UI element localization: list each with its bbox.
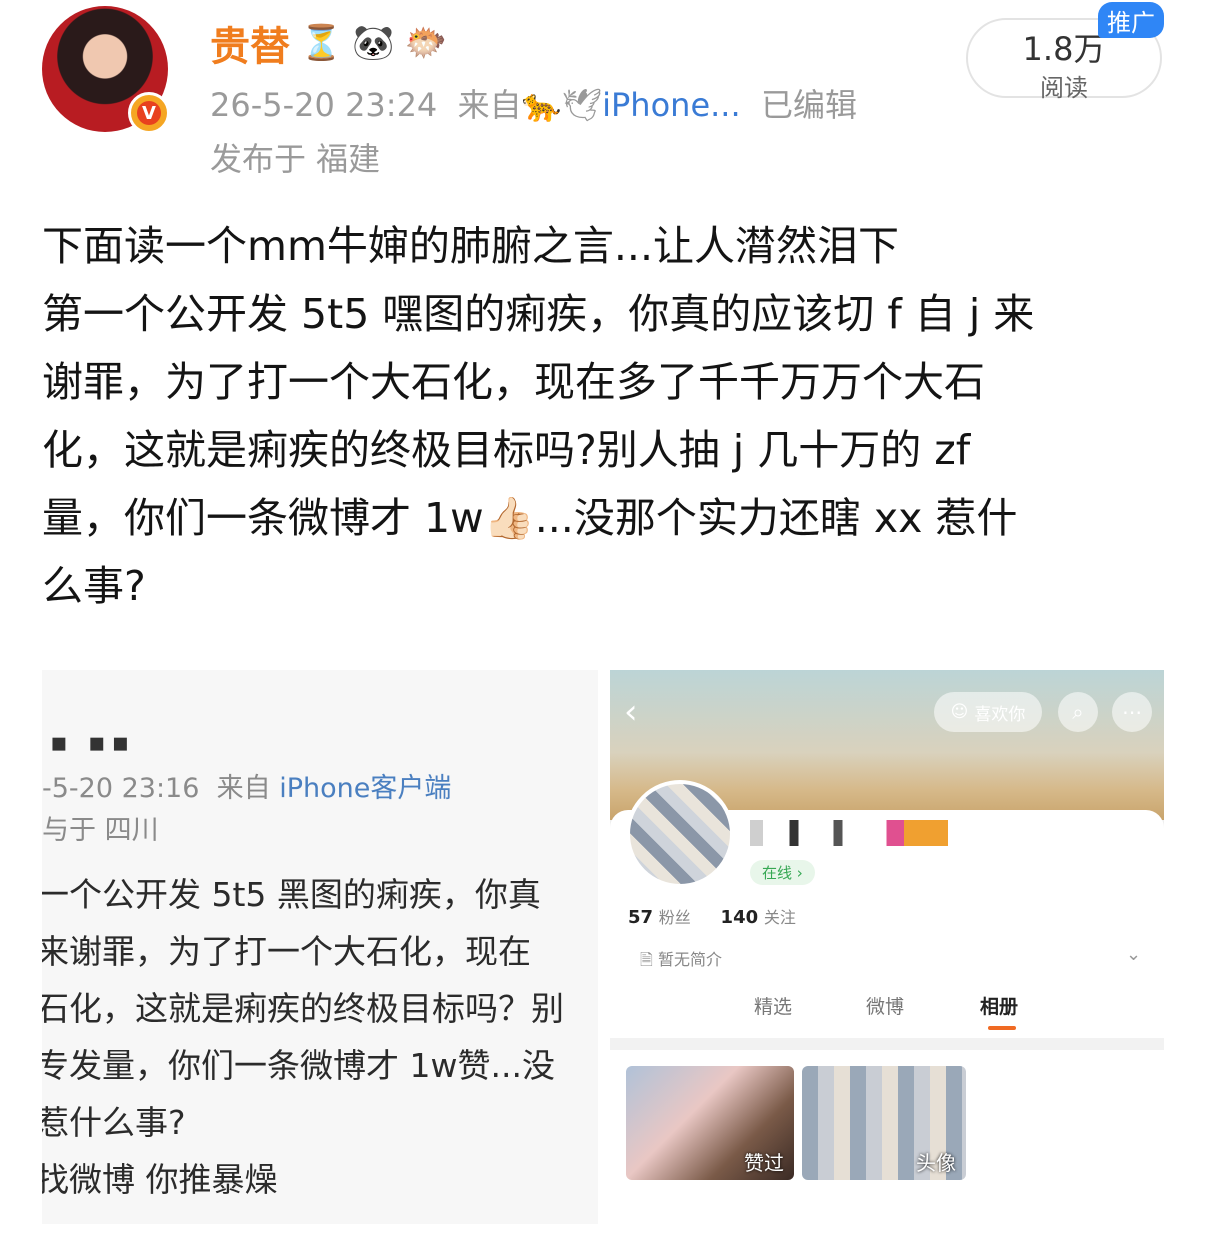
post-location: 发布于 福建 [210, 140, 381, 178]
album-photo: 赞过 [626, 1066, 794, 1180]
post-time: 26-5-20 23:24 [210, 86, 438, 124]
source-app-link[interactable]: iPhone... [602, 86, 741, 124]
album-photo: 头像 [802, 1066, 966, 1180]
post-line: 下面读一个mm牛婶的肺腑之言...让人潸然泪下 [42, 222, 899, 270]
active-tab-indicator [988, 1026, 1016, 1030]
online-badge: 在线 › [750, 860, 815, 885]
read-label: 阅读 [1040, 74, 1088, 102]
pufferfish-icon: 🐡 [404, 23, 448, 63]
tab-weibo: 微博 [866, 996, 905, 1018]
post-image-2[interactable]: ‹ ☺ 喜欢你 ⌕ ⋯ 在线 › 57 粉丝 140 关注 🗎 暂无简介 ⌄ 精… [610, 670, 1164, 1224]
leopard-icon: 🐆 [521, 86, 562, 124]
post-image-1[interactable]: ▪ ▪▪ -5-20 23:16 来自 iPhone客户端 与于 四川 一个公开… [42, 670, 598, 1224]
post-line: 化，这就是痢疾的终极目标吗?别人抽 j 几十万的 zf [42, 426, 971, 474]
search-icon: ⌕ [1058, 692, 1098, 732]
verified-badge-icon: V [128, 92, 170, 134]
image-post-location: 与于 四川 [42, 815, 159, 846]
redacted-name: ▪ ▪▪ [50, 728, 136, 758]
tab-album: 相册 [980, 996, 1019, 1018]
profile-bio: 🗎 暂无简介 [640, 950, 722, 969]
profile-avatar-pixelated [626, 780, 734, 888]
post-body: 下面读一个mm牛婶的肺腑之言...让人潸然泪下 第一个公开发 5t5 嘿图的痢疾… [42, 212, 1162, 620]
like-you-pill: ☺ 喜欢你 [934, 692, 1042, 732]
username-text[interactable]: 贵替 [210, 14, 290, 72]
album-grid: 赞过 头像 [610, 1050, 1164, 1224]
heart-face-icon: ☺ [950, 702, 969, 722]
image-post-meta: -5-20 23:16 来自 iPhone客户端 [42, 773, 452, 804]
profile-name-redacted [750, 820, 970, 846]
post-meta: 26-5-20 23:24 来自🐆🕊iPhone... 已编辑 [210, 80, 857, 126]
post-line: 么事? [42, 562, 146, 610]
promote-button[interactable]: 推广 [1098, 2, 1164, 38]
edited-label[interactable]: 已编辑 [761, 86, 857, 124]
panda-icon: 🐼 [352, 23, 395, 63]
image-post-text: 一个公开发 5t5 黑图的痢疾，你真 来谢罪，为了打一个大石化，现在 石化，这就… [42, 875, 564, 1199]
post-line: 第一个公开发 5t5 嘿图的痢疾，你真的应该切 f 自 j 来 [42, 290, 1035, 338]
dove-icon: 🕊 [561, 86, 603, 124]
divider [610, 1038, 1164, 1050]
back-arrow-icon: ‹ [624, 692, 638, 732]
chevron-down-icon: ⌄ [1126, 944, 1142, 965]
post-line: 谢罪，为了打一个大石化，现在多了千千万万个大石 [42, 358, 985, 406]
thumbs-up-icon: 👍🏻 [483, 494, 535, 542]
post-line: 量，你们一条微博才 1w👍🏻...没那个实力还瞎 xx 惹什 [42, 494, 1018, 542]
from-label: 来自 [457, 86, 522, 124]
profile-stats: 57 粉丝 140 关注 [628, 907, 796, 928]
tab-featured: 精选 [754, 996, 793, 1018]
username[interactable]: 贵替 ⏳ 🐼 🐡 [210, 14, 447, 72]
more-icon: ⋯ [1112, 692, 1152, 732]
hourglass-icon: ⏳ [300, 23, 343, 63]
